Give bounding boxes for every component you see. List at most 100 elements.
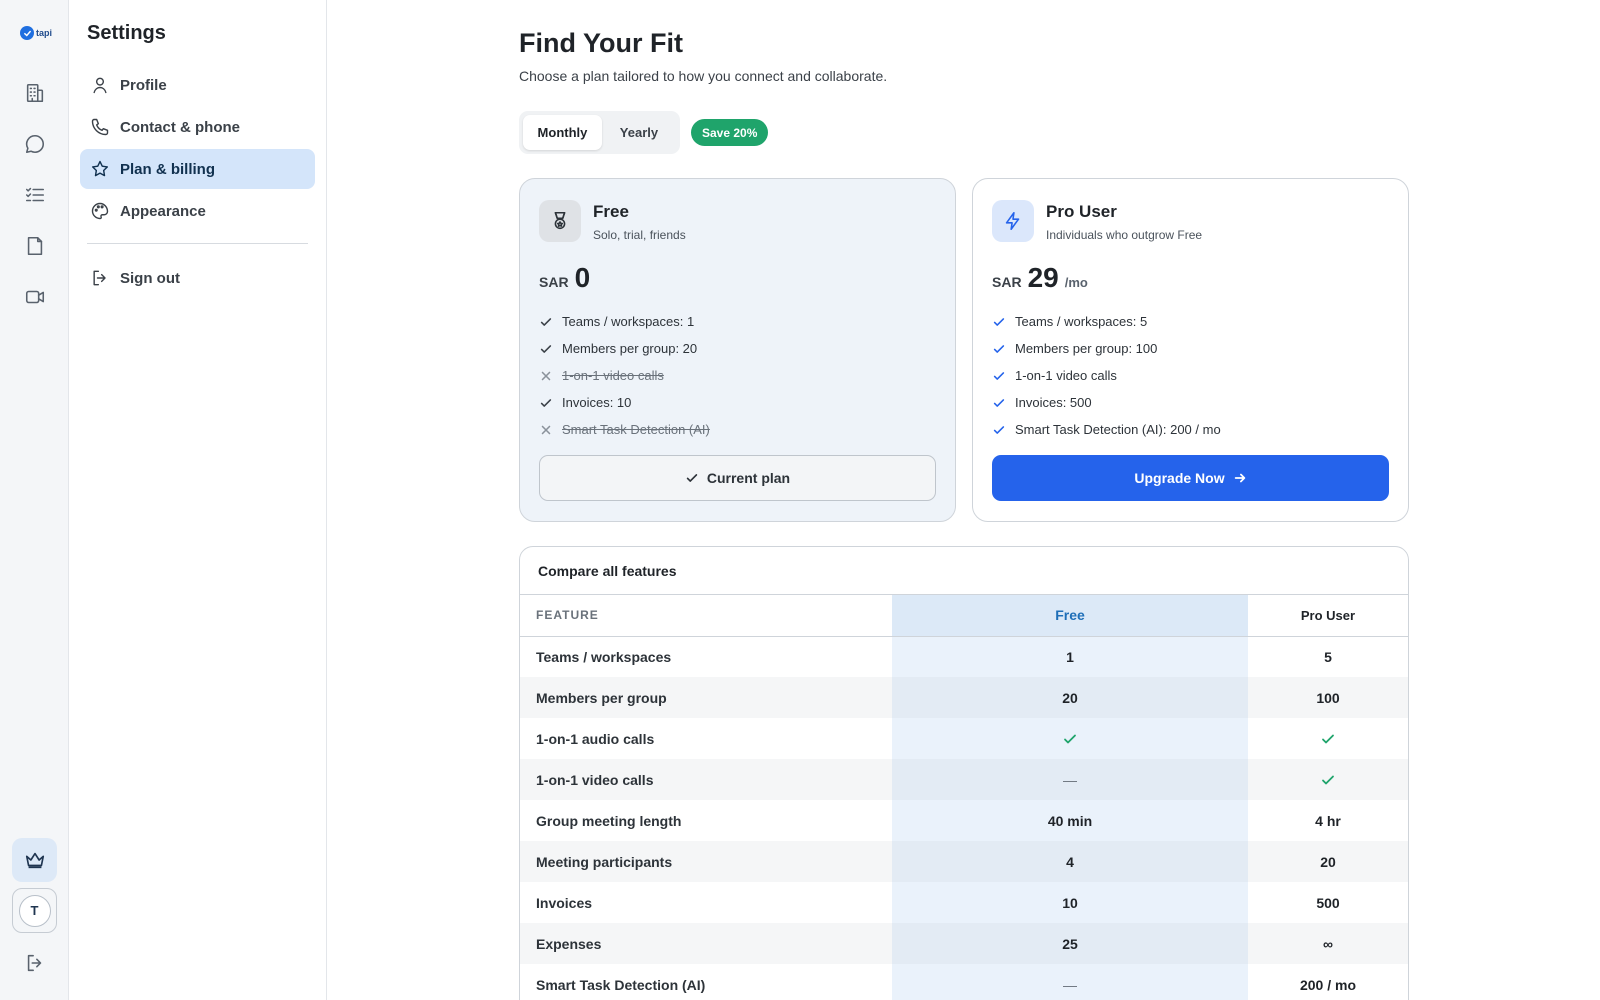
sidebar-item-plan-billing[interactable]: Plan & billing bbox=[80, 149, 315, 189]
feature-item: Invoices: 500 bbox=[992, 389, 1389, 416]
plan-card-free: Free Solo, trial, friends SAR 0 Teams / … bbox=[519, 178, 956, 522]
feature-item: 1-on-1 video calls bbox=[539, 362, 936, 389]
pro-value-cell bbox=[1248, 718, 1408, 759]
plan-description: Individuals who outgrow Free bbox=[1046, 228, 1203, 242]
sidebar-item-contact[interactable]: Contact & phone bbox=[80, 107, 315, 147]
sign-out-label: Sign out bbox=[120, 269, 180, 287]
video-camera-icon bbox=[25, 290, 45, 304]
rail-documents-button[interactable] bbox=[17, 228, 53, 264]
free-value-cell: 10 bbox=[892, 882, 1248, 923]
pro-value-cell: 500 bbox=[1316, 894, 1340, 911]
monthly-option[interactable]: Monthly bbox=[523, 115, 602, 150]
medal-icon bbox=[539, 200, 581, 242]
feature-name-cell: 1-on-1 audio calls bbox=[536, 730, 655, 747]
pro-value-cell: 5 bbox=[1324, 648, 1332, 665]
task-list-icon bbox=[25, 187, 45, 202]
app-logo[interactable]: tapi bbox=[20, 26, 52, 40]
free-value-cell: 20 bbox=[892, 677, 1248, 718]
plan-price: SAR 0 bbox=[539, 262, 936, 294]
logo-check-icon bbox=[20, 26, 34, 40]
plan-price: SAR 29 /mo bbox=[992, 262, 1389, 294]
star-icon bbox=[91, 160, 109, 177]
page-subtitle: Choose a plan tailored to how you connec… bbox=[519, 68, 888, 84]
check-icon bbox=[1322, 775, 1334, 785]
check-icon bbox=[540, 317, 552, 326]
feature-item: Teams / workspaces: 5 bbox=[992, 308, 1389, 335]
pro-value-cell: 200 / mo bbox=[1299, 976, 1357, 993]
rail-plan-button[interactable] bbox=[12, 838, 57, 882]
rail-video-button[interactable] bbox=[17, 279, 53, 315]
check-icon bbox=[1064, 734, 1076, 744]
price-amount: 29 bbox=[1027, 262, 1059, 293]
free-value-cell: 25 bbox=[892, 923, 1248, 964]
rail-tasks-button[interactable] bbox=[17, 177, 53, 213]
table-row: 1-on-1 video calls — bbox=[520, 759, 1408, 800]
free-value-cell: — bbox=[892, 964, 1248, 1000]
arrow-right-icon bbox=[1234, 473, 1245, 483]
feature-list: Teams / workspaces: 1 Members per group:… bbox=[539, 308, 936, 443]
feature-name-cell: Group meeting length bbox=[536, 812, 682, 829]
rail-avatar-button[interactable]: T bbox=[12, 888, 57, 933]
pro-value-cell: 100 bbox=[1248, 677, 1408, 718]
yearly-option[interactable]: Yearly bbox=[602, 115, 676, 150]
feature-name-cell: Invoices bbox=[536, 894, 593, 911]
avatar: T bbox=[18, 894, 51, 927]
chat-icon bbox=[25, 134, 44, 154]
rail-chat-button[interactable] bbox=[17, 126, 53, 162]
feature-item: Invoices: 10 bbox=[539, 389, 936, 416]
table-row: Smart Task Detection (AI) — 200 / mo bbox=[520, 964, 1408, 1000]
palette-icon bbox=[91, 202, 109, 220]
free-value-cell: 4 bbox=[892, 841, 1248, 882]
feature-item: Smart Task Detection (AI) bbox=[539, 416, 936, 443]
check-icon bbox=[993, 425, 1005, 434]
feature-column-header: FEATURE bbox=[520, 595, 892, 637]
save-badge: Save 20% bbox=[691, 119, 769, 146]
price-currency: SAR bbox=[539, 274, 569, 290]
crown-icon bbox=[25, 852, 44, 869]
page-title: Find Your Fit bbox=[519, 28, 683, 58]
price-amount: 0 bbox=[574, 262, 591, 293]
feature-name-cell: Smart Task Detection (AI) bbox=[536, 976, 706, 993]
sidebar-item-label: Plan & billing bbox=[120, 160, 216, 178]
table-row: Expenses 25 ∞ bbox=[520, 923, 1408, 964]
not-included-dash: — bbox=[1063, 771, 1077, 788]
pro-column-header: Pro User bbox=[1248, 595, 1408, 637]
feature-name-cell: Expenses bbox=[520, 923, 892, 964]
check-icon bbox=[540, 344, 552, 353]
sign-out-icon bbox=[93, 270, 106, 286]
billing-period-toggle: Monthly Yearly bbox=[519, 111, 680, 154]
settings-sidebar: Settings Profile Contact & phone Plan & … bbox=[69, 0, 327, 1000]
plan-name: Pro User bbox=[1046, 202, 1117, 221]
sidebar-divider bbox=[87, 243, 308, 244]
current-plan-button[interactable]: Current plan bbox=[539, 455, 936, 501]
rail-logout-button[interactable] bbox=[17, 945, 53, 981]
free-column-header: Free bbox=[892, 595, 1248, 637]
table-row: Members per group 20 100 bbox=[520, 677, 1408, 718]
sidebar-item-label: Contact & phone bbox=[120, 118, 240, 136]
x-icon bbox=[541, 371, 551, 380]
free-value-cell: 40 min bbox=[892, 800, 1248, 841]
compare-features-table: Compare all features FEATURE Free Pro Us… bbox=[519, 546, 1409, 1000]
feature-name-cell: Meeting participants bbox=[520, 841, 892, 882]
phone-icon bbox=[91, 118, 109, 136]
pro-value-cell: 20 bbox=[1248, 841, 1408, 882]
plan-name: Free bbox=[593, 202, 629, 221]
rail-building-button[interactable] bbox=[17, 75, 53, 111]
table-row: Teams / workspaces 1 5 bbox=[520, 636, 1408, 677]
plan-card-pro: Pro User Individuals who outgrow Free SA… bbox=[972, 178, 1409, 522]
x-icon bbox=[541, 425, 551, 434]
feature-item: Members per group: 20 bbox=[539, 335, 936, 362]
price-currency: SAR bbox=[992, 274, 1022, 290]
sign-out-button[interactable]: Sign out bbox=[80, 258, 315, 298]
settings-title: Settings bbox=[87, 22, 166, 44]
logout-icon bbox=[27, 954, 42, 972]
current-plan-label: Current plan bbox=[706, 470, 791, 486]
feature-item: Teams / workspaces: 1 bbox=[539, 308, 936, 335]
user-icon bbox=[93, 77, 107, 94]
pro-value-cell: 4 hr bbox=[1315, 812, 1341, 829]
sidebar-item-appearance[interactable]: Appearance bbox=[80, 191, 315, 231]
sidebar-item-profile[interactable]: Profile bbox=[80, 65, 315, 105]
free-value-cell: — bbox=[892, 759, 1248, 800]
upgrade-now-button[interactable]: Upgrade Now bbox=[992, 455, 1389, 501]
app-rail: tapi T bbox=[0, 0, 69, 1000]
